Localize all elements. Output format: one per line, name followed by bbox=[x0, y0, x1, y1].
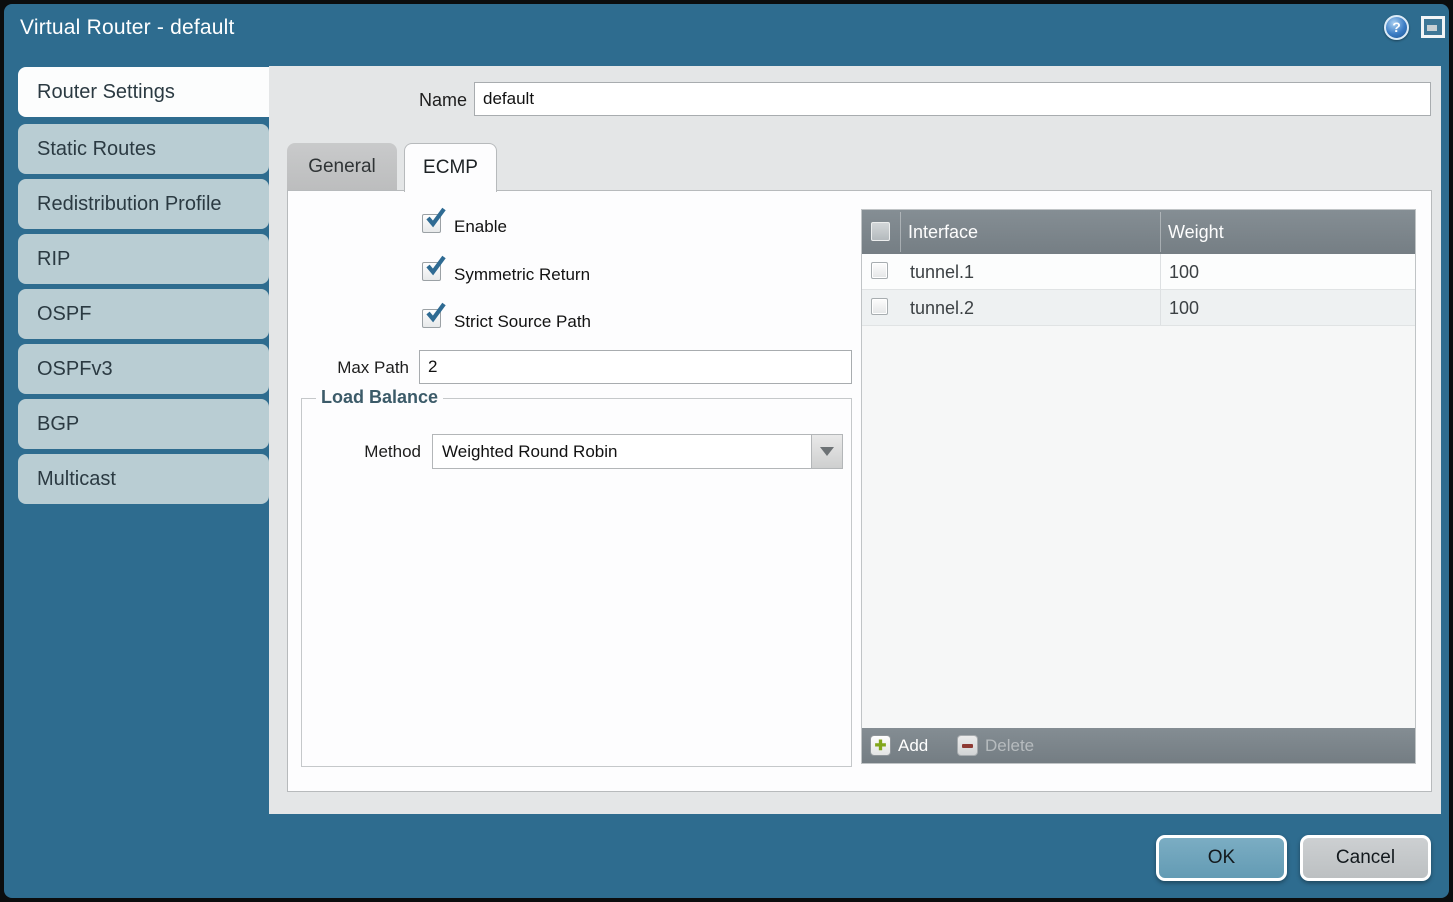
sidebar-item-label: BGP bbox=[37, 413, 79, 435]
sidebar-item-label: Multicast bbox=[37, 468, 116, 490]
checkmark-icon bbox=[424, 303, 446, 325]
table-header: Interface Weight bbox=[862, 210, 1415, 254]
interface-weight-table: Interface Weight tunnel.1 100 tunnel.2 1… bbox=[861, 209, 1416, 764]
page-title: Virtual Router - default bbox=[20, 16, 235, 40]
delete-button[interactable]: Delete bbox=[957, 728, 1034, 763]
checkmark-icon bbox=[424, 208, 446, 230]
sidebar-item-bgp[interactable]: BGP bbox=[18, 399, 269, 449]
sidebar-item-router-settings[interactable]: Router Settings bbox=[18, 67, 269, 117]
restore-window-icon[interactable] bbox=[1421, 16, 1445, 38]
enable-label: Enable bbox=[454, 217, 507, 237]
add-button[interactable]: ✚ Add bbox=[870, 728, 928, 763]
symmetric-return-label: Symmetric Return bbox=[454, 265, 590, 285]
table-toolbar: ✚ Add Delete bbox=[862, 728, 1415, 763]
tab-general[interactable]: General bbox=[287, 143, 397, 190]
weight-column-header: Weight bbox=[1168, 210, 1224, 254]
method-dropdown[interactable]: Weighted Round Robin bbox=[432, 434, 843, 469]
sidebar-item-label: Router Settings bbox=[37, 81, 175, 103]
method-dropdown-value: Weighted Round Robin bbox=[442, 435, 617, 468]
add-icon: ✚ bbox=[870, 735, 891, 756]
load-balance-legend: Load Balance bbox=[316, 387, 443, 408]
delete-icon bbox=[957, 735, 978, 756]
help-icon[interactable]: ? bbox=[1384, 15, 1409, 40]
add-button-label: Add bbox=[898, 736, 928, 756]
row-checkbox[interactable] bbox=[871, 262, 888, 279]
weight-cell: 100 bbox=[1160, 254, 1199, 289]
sidebar-item-redistribution-profile[interactable]: Redistribution Profile bbox=[18, 179, 269, 229]
column-divider bbox=[1160, 212, 1161, 252]
strict-source-path-checkbox[interactable] bbox=[422, 309, 441, 328]
virtual-router-dialog: Virtual Router - default ? Router Settin… bbox=[4, 4, 1449, 898]
enable-checkbox[interactable] bbox=[422, 214, 441, 233]
column-divider bbox=[900, 212, 901, 252]
chevron-down-icon[interactable] bbox=[811, 435, 842, 468]
sidebar-item-multicast[interactable]: Multicast bbox=[18, 454, 269, 504]
interface-column-header: Interface bbox=[908, 210, 978, 254]
checkmark-icon bbox=[424, 256, 446, 278]
cancel-button[interactable]: Cancel bbox=[1300, 835, 1431, 881]
sidebar-item-label: OSPFv3 bbox=[37, 358, 113, 380]
select-all-checkbox[interactable] bbox=[871, 222, 890, 241]
sidebar-item-label: Redistribution Profile bbox=[37, 193, 222, 215]
strict-source-path-label: Strict Source Path bbox=[454, 312, 591, 332]
interface-cell: tunnel.1 bbox=[910, 254, 974, 290]
name-label: Name bbox=[384, 90, 467, 111]
name-input[interactable] bbox=[474, 82, 1431, 116]
row-checkbox[interactable] bbox=[871, 298, 888, 315]
method-label: Method bbox=[334, 442, 421, 462]
table-row[interactable]: tunnel.2 100 bbox=[862, 290, 1415, 326]
table-row[interactable]: tunnel.1 100 bbox=[862, 254, 1415, 290]
sidebar-item-static-routes[interactable]: Static Routes bbox=[18, 124, 269, 174]
max-path-label: Max Path bbox=[304, 358, 409, 378]
symmetric-return-checkbox[interactable] bbox=[422, 262, 441, 281]
sidebar-item-ospf[interactable]: OSPF bbox=[18, 289, 269, 339]
ok-button[interactable]: OK bbox=[1156, 835, 1287, 881]
max-path-input[interactable] bbox=[419, 350, 852, 384]
sidebar-item-label: Static Routes bbox=[37, 138, 156, 160]
sidebar-item-ospfv3[interactable]: OSPFv3 bbox=[18, 344, 269, 394]
tab-ecmp[interactable]: ECMP bbox=[404, 143, 497, 192]
interface-cell: tunnel.2 bbox=[910, 290, 974, 326]
sidebar-item-rip[interactable]: RIP bbox=[18, 234, 269, 284]
sidebar-item-label: OSPF bbox=[37, 303, 91, 325]
sidebar-item-label: RIP bbox=[37, 248, 70, 270]
weight-cell: 100 bbox=[1160, 290, 1199, 325]
delete-button-label: Delete bbox=[985, 736, 1034, 756]
screen: Virtual Router - default ? Router Settin… bbox=[0, 0, 1453, 902]
